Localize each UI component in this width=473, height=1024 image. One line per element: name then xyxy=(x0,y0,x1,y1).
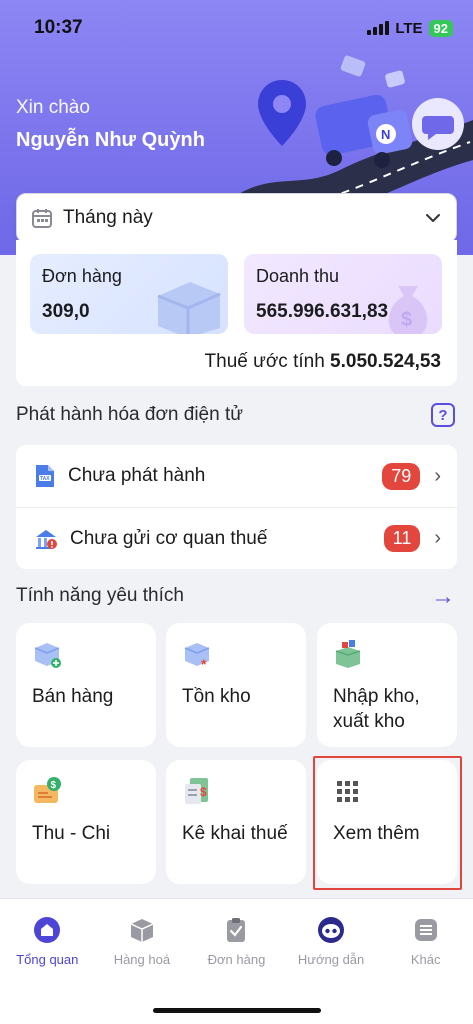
revenue-stat[interactable]: Doanh thu 565.996.631,83 $ xyxy=(244,254,442,334)
tile-thu-chi[interactable]: $ Thu - Chi xyxy=(16,760,156,884)
period-label: Tháng này xyxy=(63,207,153,228)
chevron-down-icon xyxy=(426,214,440,222)
tile-ke-khai-thue[interactable]: $ Kê khai thuế xyxy=(166,760,306,884)
invoice-row-unissued[interactable]: TAX Chưa phát hành 79 › xyxy=(16,445,457,507)
home-icon xyxy=(34,916,61,943)
svg-text:N: N xyxy=(381,127,390,142)
status-bar: 10:37 LTE 92 xyxy=(0,0,473,56)
tax-receipt-icon: $ xyxy=(185,778,208,804)
svg-text:TAX: TAX xyxy=(40,476,50,482)
box-plus-icon xyxy=(34,643,61,668)
invoice-row-label: Chưa phát hành xyxy=(68,465,206,486)
count-badge: 79 xyxy=(382,462,421,490)
invoice-row-label: Chưa gửi cơ quan thuế xyxy=(70,527,268,549)
svg-text:*: * xyxy=(201,656,207,669)
status-time: 10:37 xyxy=(34,17,83,38)
box-asterisk-icon: * xyxy=(184,643,210,672)
tab-huong-dan[interactable]: Hướng dẫn xyxy=(284,899,379,983)
tile-ton-kho[interactable]: * Tồn kho xyxy=(166,623,306,747)
grid-icon xyxy=(337,781,358,802)
tab-label: Hướng dẫn xyxy=(297,951,365,967)
tab-khac[interactable]: Khác xyxy=(378,899,473,983)
tab-hang-hoa[interactable]: Hàng hoá xyxy=(95,899,190,983)
tile-label: Xem thêm xyxy=(333,823,420,844)
tile-label: Nhập kho, xuất kho xyxy=(333,686,420,732)
tile-label: Thu - Chi xyxy=(32,823,111,844)
revenue-label: Doanh thu xyxy=(256,266,340,286)
period-select[interactable]: Tháng này xyxy=(16,193,457,243)
tile-ban-hang[interactable]: Bán hàng xyxy=(16,623,156,747)
arrow-right-icon[interactable]: → xyxy=(431,583,455,611)
menu-icon xyxy=(414,918,437,941)
greeting-text: Xin chào xyxy=(16,97,90,118)
tab-label: Hàng hoá xyxy=(113,951,171,967)
tab-label: Khác xyxy=(410,951,441,967)
tax-label: Thuế ước tính xyxy=(204,351,325,372)
tab-don-hang[interactable]: Đơn hàng xyxy=(189,899,284,983)
box-icon xyxy=(130,918,154,942)
tax-estimate: Thuế ước tính 5.050.524,53 xyxy=(205,351,441,373)
greeting-block: Xin chào Nguyễn Như Quỳnh xyxy=(16,97,205,152)
orders-label: Đơn hàng xyxy=(42,266,122,286)
count-badge: 11 xyxy=(383,525,421,552)
tab-tong-quan[interactable]: Tổng quan xyxy=(0,899,95,983)
tab-label: Đơn hàng xyxy=(207,951,266,967)
battery-icon: 92 xyxy=(428,19,453,37)
cash-icon: $ xyxy=(34,777,61,803)
tab-label: Tổng quan xyxy=(16,951,79,967)
orders-stat[interactable]: Đơn hàng 309,0 xyxy=(30,254,228,334)
signal-icon xyxy=(367,21,390,35)
stats-card: Đơn hàng 309,0 Doanh thu 565.996.631,83 … xyxy=(16,240,457,386)
favorites-section-title: Tính năng yêu thích xyxy=(16,585,184,606)
tile-label: Tồn kho xyxy=(182,686,251,707)
svg-text:$: $ xyxy=(200,785,207,799)
box-transfer-icon xyxy=(335,640,361,668)
svg-text:$: $ xyxy=(51,780,57,791)
home-indicator xyxy=(153,1008,321,1013)
guide-mascot-icon xyxy=(318,916,345,943)
revenue-value: 565.996.631,83 xyxy=(256,301,389,322)
status-indicators: LTE 92 xyxy=(367,19,453,37)
bottom-tab-bar: Tổng quan Hàng hoá Đơn hàng Hướng dẫn Kh… xyxy=(0,898,473,1024)
orders-value: 309,0 xyxy=(42,301,90,322)
invoice-row-unsent[interactable]: Chưa gửi cơ quan thuế 11 › xyxy=(16,507,457,569)
chevron-right-icon: › xyxy=(434,464,441,487)
invoice-section-title: Phát hành hóa đơn điện tử xyxy=(16,404,243,425)
chevron-right-icon: › xyxy=(434,527,441,549)
network-type: LTE xyxy=(395,19,423,37)
tile-label: Kê khai thuế xyxy=(182,823,288,844)
tax-value: 5.050.524,53 xyxy=(330,351,441,372)
clipboard-check-icon xyxy=(227,917,246,942)
tile-nhap-xuat-kho[interactable]: Nhập kho, xuất kho xyxy=(317,623,457,747)
tile-xem-them[interactable]: Xem thêm xyxy=(317,760,457,884)
invoice-card: TAX Chưa phát hành 79 › Chưa gửi cơ quan… xyxy=(16,445,457,569)
help-icon[interactable]: ? xyxy=(431,403,455,427)
tax-office-icon xyxy=(36,529,57,549)
user-name: Nguyễn Như Quỳnh xyxy=(16,129,205,151)
calendar-icon xyxy=(32,209,52,228)
tile-label: Bán hàng xyxy=(32,686,114,707)
tax-document-icon: TAX xyxy=(36,465,54,487)
